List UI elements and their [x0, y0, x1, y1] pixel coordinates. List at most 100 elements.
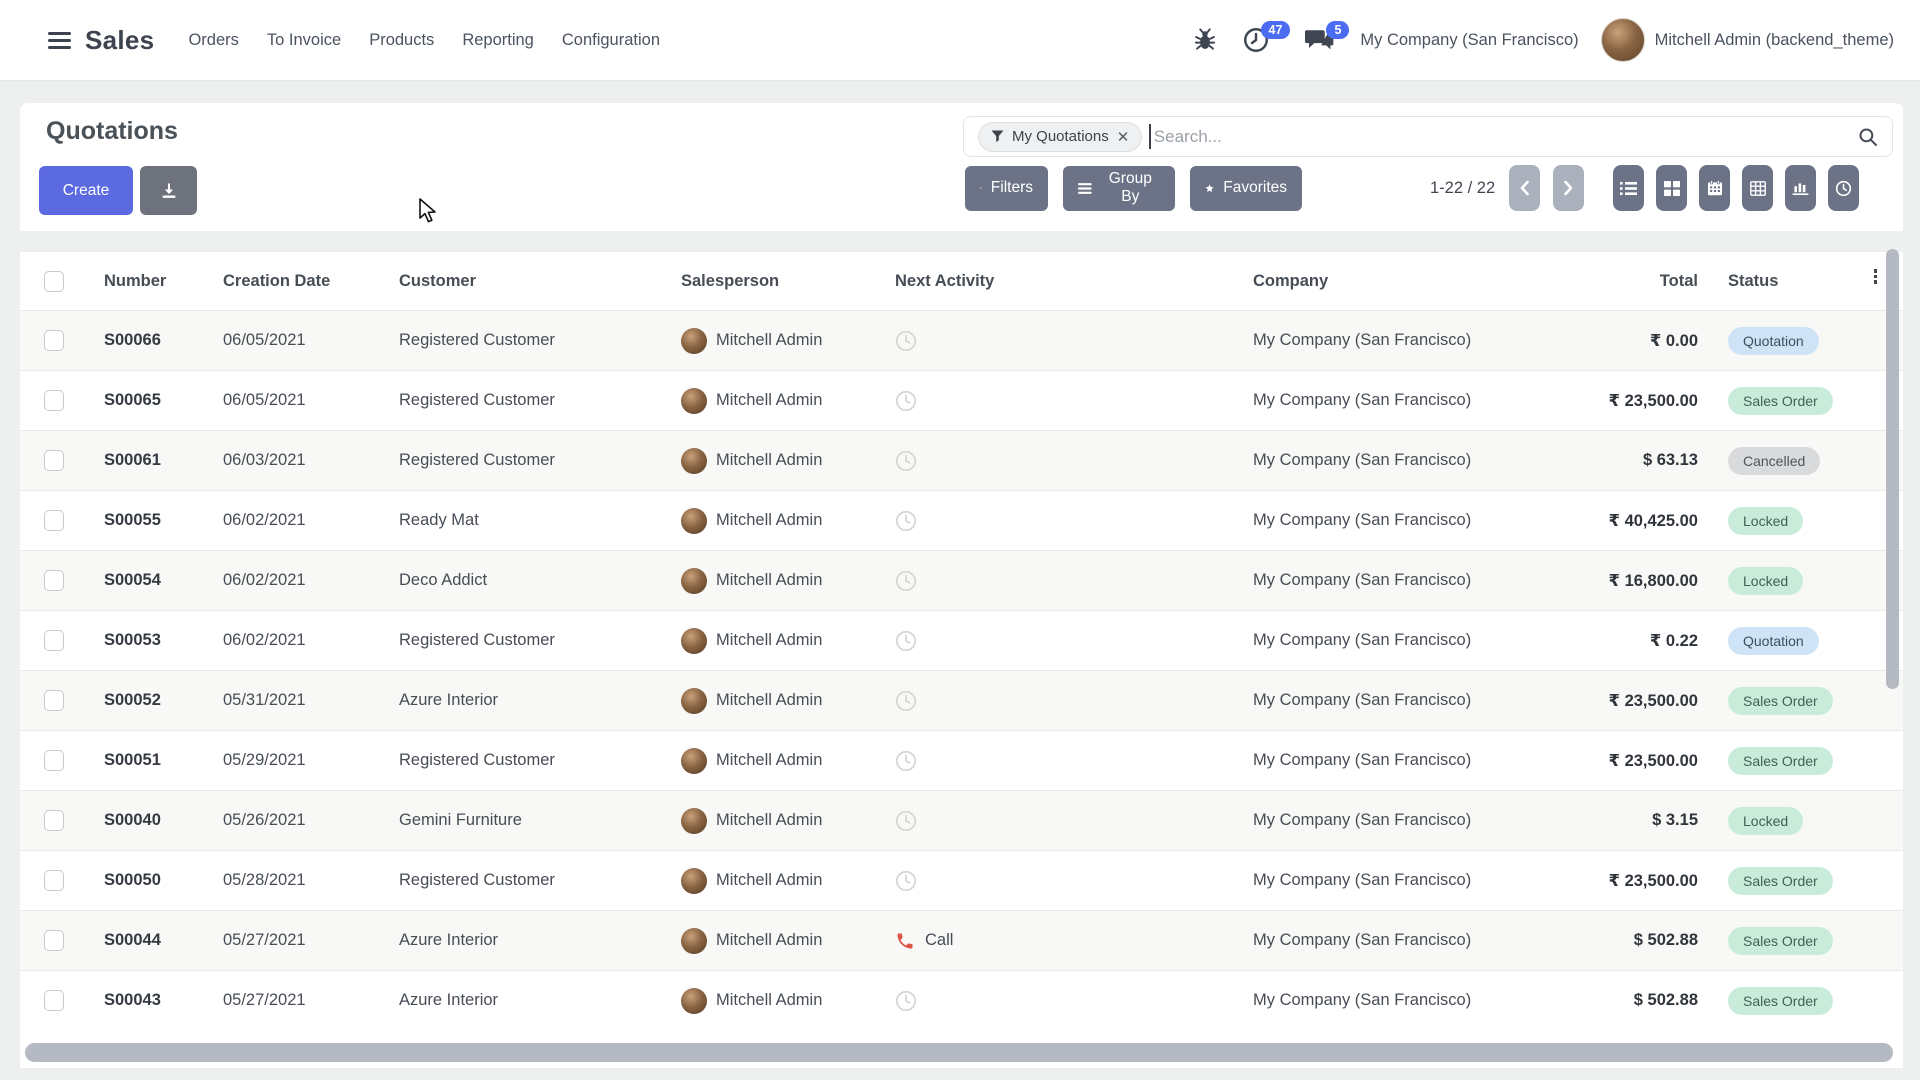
quotation-row[interactable]: S00061 06/03/2021 Registered Customer Mi…	[20, 430, 1903, 490]
select-all-checkbox[interactable]	[44, 271, 64, 292]
row-customer[interactable]: Registered Customer	[399, 751, 681, 770]
calendar-view-button[interactable]	[1699, 165, 1730, 211]
menu-configuration[interactable]: Configuration	[562, 31, 660, 50]
row-creation-date[interactable]: 06/03/2021	[223, 451, 399, 470]
row-company[interactable]: My Company (San Francisco)	[1253, 571, 1533, 590]
favorites-button[interactable]: Favorites	[1190, 166, 1302, 211]
header-customer[interactable]: Customer	[399, 272, 681, 291]
apps-menu-icon[interactable]	[48, 32, 71, 49]
user-avatar[interactable]	[1601, 18, 1645, 62]
row-creation-date[interactable]: 05/27/2021	[223, 991, 399, 1010]
row-next-activity[interactable]	[895, 810, 1253, 832]
row-customer[interactable]: Registered Customer	[399, 331, 681, 350]
export-button[interactable]	[140, 166, 197, 215]
remove-filter-icon[interactable]: ✕	[1117, 128, 1130, 146]
row-number[interactable]: S00065	[104, 391, 223, 410]
filter-chip-my-quotations[interactable]: My Quotations ✕	[978, 122, 1142, 152]
row-customer[interactable]: Gemini Furniture	[399, 811, 681, 830]
row-salesperson[interactable]: Mitchell Admin	[681, 928, 895, 954]
row-salesperson[interactable]: Mitchell Admin	[681, 508, 895, 534]
row-salesperson[interactable]: Mitchell Admin	[681, 448, 895, 474]
activity-systray-icon[interactable]: 47	[1242, 26, 1300, 54]
row-total[interactable]: ₹ 16,800.00	[1533, 571, 1700, 591]
menu-to-invoice[interactable]: To Invoice	[267, 31, 341, 50]
row-checkbox[interactable]	[44, 450, 64, 471]
row-number[interactable]: S00043	[104, 991, 223, 1010]
row-company[interactable]: My Company (San Francisco)	[1253, 391, 1533, 410]
quotation-row[interactable]: S00054 06/02/2021 Deco Addict Mitchell A…	[20, 550, 1903, 610]
row-total[interactable]: ₹ 23,500.00	[1533, 391, 1700, 411]
row-total[interactable]: ₹ 23,500.00	[1533, 871, 1700, 891]
vertical-scrollbar[interactable]	[1886, 249, 1899, 689]
row-company[interactable]: My Company (San Francisco)	[1253, 871, 1533, 890]
row-company[interactable]: My Company (San Francisco)	[1253, 991, 1533, 1010]
pivot-view-button[interactable]	[1742, 165, 1773, 211]
row-checkbox[interactable]	[44, 330, 64, 351]
row-total[interactable]: $ 502.88	[1533, 991, 1700, 1010]
menu-orders[interactable]: Orders	[188, 31, 238, 50]
row-number[interactable]: S00054	[104, 571, 223, 590]
create-button[interactable]: Create	[39, 166, 133, 215]
header-creation-date[interactable]: Creation Date	[223, 272, 399, 291]
app-title[interactable]: Sales	[85, 25, 154, 56]
row-company[interactable]: My Company (San Francisco)	[1253, 811, 1533, 830]
activity-view-button[interactable]	[1828, 165, 1859, 211]
row-checkbox[interactable]	[44, 990, 64, 1011]
row-total[interactable]: $ 3.15	[1533, 811, 1700, 830]
quotation-row[interactable]: S00065 06/05/2021 Registered Customer Mi…	[20, 370, 1903, 430]
header-company[interactable]: Company	[1253, 272, 1533, 291]
row-customer[interactable]: Deco Addict	[399, 571, 681, 590]
messages-systray-icon[interactable]: 5	[1305, 27, 1358, 53]
kanban-view-button[interactable]	[1656, 165, 1687, 211]
row-number[interactable]: S00061	[104, 451, 223, 470]
row-number[interactable]: S00050	[104, 871, 223, 890]
row-number[interactable]: S00040	[104, 811, 223, 830]
row-company[interactable]: My Company (San Francisco)	[1253, 511, 1533, 530]
user-menu[interactable]: Mitchell Admin (backend_theme)	[1655, 31, 1894, 50]
row-customer[interactable]: Azure Interior	[399, 691, 681, 710]
row-next-activity[interactable]	[895, 450, 1253, 472]
row-checkbox[interactable]	[44, 690, 64, 711]
row-number[interactable]: S00044	[104, 931, 223, 950]
row-creation-date[interactable]: 05/28/2021	[223, 871, 399, 890]
row-next-activity[interactable]: Call	[895, 931, 1253, 951]
row-next-activity[interactable]	[895, 330, 1253, 352]
search-bar[interactable]: My Quotations ✕	[963, 116, 1893, 157]
row-next-activity[interactable]	[895, 690, 1253, 712]
header-status[interactable]: Status	[1700, 272, 1873, 291]
row-total[interactable]: ₹ 23,500.00	[1533, 691, 1700, 711]
quotation-row[interactable]: S00066 06/05/2021 Registered Customer Mi…	[20, 310, 1903, 370]
row-number[interactable]: S00052	[104, 691, 223, 710]
row-number[interactable]: S00066	[104, 331, 223, 350]
row-next-activity[interactable]	[895, 570, 1253, 592]
header-salesperson[interactable]: Salesperson	[681, 272, 895, 291]
quotation-row[interactable]: S00052 05/31/2021 Azure Interior Mitchel…	[20, 670, 1903, 730]
row-total[interactable]: ₹ 40,425.00	[1533, 511, 1700, 531]
row-total[interactable]: ₹ 0.00	[1533, 331, 1700, 351]
row-salesperson[interactable]: Mitchell Admin	[681, 868, 895, 894]
quotation-row[interactable]: S00051 05/29/2021 Registered Customer Mi…	[20, 730, 1903, 790]
quotation-row[interactable]: S00055 06/02/2021 Ready Mat Mitchell Adm…	[20, 490, 1903, 550]
row-next-activity[interactable]	[895, 750, 1253, 772]
search-input[interactable]	[1151, 127, 1858, 147]
row-salesperson[interactable]: Mitchell Admin	[681, 688, 895, 714]
row-salesperson[interactable]: Mitchell Admin	[681, 808, 895, 834]
row-customer[interactable]: Azure Interior	[399, 991, 681, 1010]
row-customer[interactable]: Registered Customer	[399, 871, 681, 890]
row-checkbox[interactable]	[44, 810, 64, 831]
horizontal-scrollbar[interactable]	[25, 1043, 1893, 1062]
row-company[interactable]: My Company (San Francisco)	[1253, 931, 1533, 950]
row-next-activity[interactable]	[895, 510, 1253, 532]
company-switcher[interactable]: My Company (San Francisco)	[1360, 31, 1578, 50]
row-total[interactable]: ₹ 0.22	[1533, 631, 1700, 651]
row-customer[interactable]: Azure Interior	[399, 931, 681, 950]
quotation-row[interactable]: S00044 05/27/2021 Azure Interior Mitchel…	[20, 910, 1903, 970]
row-total[interactable]: $ 502.88	[1533, 931, 1700, 950]
row-total[interactable]: $ 63.13	[1533, 451, 1700, 470]
group-by-button[interactable]: Group By	[1063, 166, 1175, 211]
row-salesperson[interactable]: Mitchell Admin	[681, 748, 895, 774]
list-view-button[interactable]	[1613, 165, 1644, 211]
row-company[interactable]: My Company (San Francisco)	[1253, 331, 1533, 350]
row-creation-date[interactable]: 06/02/2021	[223, 511, 399, 530]
row-number[interactable]: S00053	[104, 631, 223, 650]
